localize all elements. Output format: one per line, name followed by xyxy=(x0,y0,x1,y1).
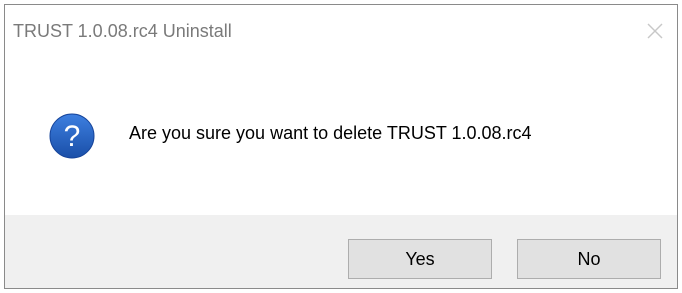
dialog-body: ? Are you sure you want to delete TRUST … xyxy=(5,57,677,215)
window-title: TRUST 1.0.08.rc4 Uninstall xyxy=(13,21,232,41)
uninstall-dialog: TRUST 1.0.08.rc4 Uninstall ? Are you sur xyxy=(4,4,678,289)
close-button[interactable] xyxy=(643,19,667,43)
confirmation-message: Are you sure you want to delete TRUST 1.… xyxy=(129,123,532,143)
no-button[interactable]: No xyxy=(517,239,661,279)
title-bar[interactable]: TRUST 1.0.08.rc4 Uninstall xyxy=(5,5,677,57)
yes-button[interactable]: Yes xyxy=(348,239,492,279)
button-bar: Yes No xyxy=(5,215,677,288)
question-icon: ? xyxy=(49,113,95,159)
svg-text:?: ? xyxy=(64,120,81,153)
close-icon xyxy=(647,23,663,39)
